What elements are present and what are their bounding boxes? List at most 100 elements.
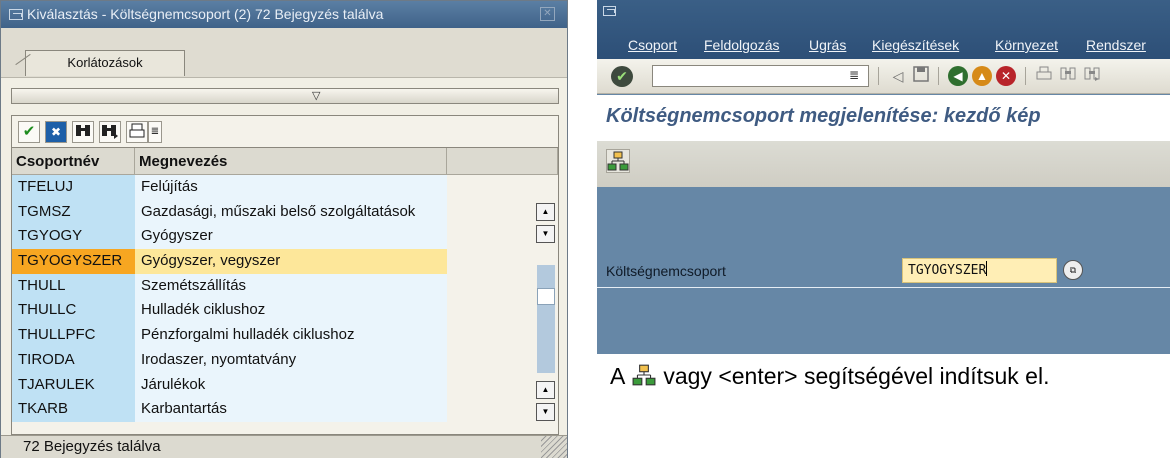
results-table: Csoportnév Megnevezés TFELUJ Felújítás TG… [11,147,559,435]
dialog-title-bar[interactable]: Kiválasztás - Költségnemcsoport (2) 72 B… [1,1,567,28]
description-cell[interactable]: Pénzforgalmi hulladék ciklushoz [135,323,447,348]
text-caret [986,261,988,276]
find-next-icon[interactable] [99,121,121,143]
scroll-up-icon[interactable]: ▲ [536,203,555,221]
table-row[interactable]: TGYOGY Gyógyszer [12,224,532,250]
table-row[interactable]: THULL Szemétszállítás [12,273,532,299]
confirm-check-icon[interactable]: ✔ [18,121,40,143]
table-row[interactable]: TJARULEK Járulékok [12,372,532,398]
close-icon[interactable]: ✕ [540,7,555,21]
menu-item-kornyezet[interactable]: Környezet [995,37,1058,53]
description-cell[interactable]: Felújítás [135,175,447,200]
vertical-scrollbar[interactable]: ▲ ▼ ▲ ▼ [536,203,556,428]
group-code-cell[interactable]: TGYOGYSZER [12,249,135,274]
system-toolbar: ✔ ≣ ◁ ◀ ▲ ✕ [597,59,1170,94]
description-cell[interactable]: Karbantartás [135,397,447,422]
table-row[interactable]: TIRODA Irodaszer, nyomtatvány [12,347,532,373]
menu-item-rendszer[interactable]: Rendszer [1086,37,1146,53]
table-row-selected[interactable]: TGYOGYSZER Gyógyszer, vegyszer [12,249,532,274]
instruction-after: vagy <enter> segítségével indítsuk el. [663,363,1050,389]
toolbar-separator [878,67,879,85]
collapse-arrow-icon[interactable]: ◁ [888,66,908,86]
dialog-title: Kiválasztás - Költségnemcsoport (2) 72 B… [27,6,384,22]
cancel-icon[interactable]: ✕ [996,66,1016,86]
print-icon[interactable] [1034,66,1054,86]
group-code-cell[interactable]: TIRODA [12,347,135,373]
group-code-cell[interactable]: THULL [12,273,135,299]
group-code-cell[interactable]: TFELUJ [12,175,135,200]
table-row[interactable]: TGMSZ Gazdasági, műszaki belső szolgáltat… [12,199,532,225]
description-cell[interactable]: Járulékok [135,372,447,398]
enter-check-icon[interactable]: ✔ [611,66,633,87]
scroll-down-icon[interactable]: ▼ [536,403,555,421]
table-header: Csoportnév Megnevezés [12,148,558,175]
title-area: Költségnemcsoport megjelenítése: kezdő k… [597,95,1170,141]
find-icon[interactable] [1058,66,1078,86]
hierarchy-icon [632,359,656,386]
description-cell[interactable]: Szemétszállítás [135,273,447,299]
find-icon[interactable] [72,121,94,143]
table-row[interactable]: THULLPFC Pénzforgalmi hulladék ciklushoz [12,323,532,348]
description-cell[interactable]: Gyógyszer, vegyszer [135,249,447,274]
description-cell[interactable]: Irodaszer, nyomtatvány [135,347,447,373]
group-code-cell[interactable]: THULLPFC [12,323,135,348]
menu-item-ugras[interactable]: Ugrás [809,37,846,53]
application-toolbar [597,141,1170,187]
instruction-text: Avagy <enter> segítségével indítsuk el. [610,356,1049,396]
scroll-track[interactable] [537,265,555,373]
menu-bar: Csoport Feldolgozás Ugrás Kiegészítések … [597,0,1170,59]
print-icon[interactable] [126,121,148,143]
table-body: TFELUJ Felújítás TGMSZ Gazdasági, műszaki … [12,175,532,422]
selection-dialog: Kiválasztás - Költségnemcsoport (2) 72 B… [0,0,568,458]
status-bar: 72 Bejegyzés találva [1,435,567,458]
scroll-up-icon[interactable]: ▲ [536,381,555,399]
toolbar-separator [938,67,939,85]
toolbar-separator [1025,67,1026,85]
instruction-before: A [610,363,626,389]
tab-restrictions[interactable]: Korlátozások [25,50,185,76]
description-cell[interactable]: Gyógyszer [135,224,447,250]
group-code-cell[interactable]: TGYOGY [12,224,135,250]
field-label: Költségnemcsoport [606,263,726,279]
tabstrip: Korlátozások [1,28,567,78]
column-header-filler [447,148,558,175]
column-header-description[interactable]: Megnevezés [135,148,447,175]
system-menu-icon[interactable] [603,6,616,16]
group-code-cell[interactable]: THULLC [12,298,135,324]
group-code-cell[interactable]: TKARB [12,397,135,422]
field-value: TGYOGYSZER [908,263,987,278]
page-title: Költségnemcsoport megjelenítése: kezdő k… [606,105,1041,127]
resize-grip-icon[interactable] [541,436,567,458]
table-row[interactable]: THULLC Hulladék ciklushoz [12,298,532,324]
menu-item-kiegeszitesek[interactable]: Kiegészítések [872,37,959,53]
back-icon[interactable]: ◀ [948,66,968,86]
exit-icon[interactable]: ▲ [972,66,992,86]
save-icon[interactable] [911,66,931,86]
menu-item-csoport[interactable]: Csoport [628,37,677,53]
triangle-down-icon[interactable]: ▽ [312,89,320,103]
window-icon [9,9,23,20]
cost-element-group-input[interactable]: TGYOGYSZER [902,258,1057,283]
description-cell[interactable]: Gazdasági, műszaki belső szolgáltatások [135,199,447,225]
column-header-group-name[interactable]: Csoportnév [12,148,135,175]
group-code-cell[interactable]: TJARULEK [12,372,135,398]
table-row[interactable]: TKARB Karbantartás [12,397,532,422]
selection-field-row: Költségnemcsoport TGYOGYSZER ⧉ [597,258,1170,288]
group-code-cell[interactable]: TGMSZ [12,199,135,225]
status-text: 72 Bejegyzés találva [23,438,161,455]
print-options-icon[interactable]: ≣ [148,121,162,143]
hierarchy-icon[interactable] [606,149,630,173]
value-help-icon[interactable]: ⧉ [1063,260,1083,280]
find-next-icon[interactable] [1082,66,1102,86]
menu-item-feldolgozas[interactable]: Feldolgozás [704,37,780,53]
command-field[interactable] [652,65,869,87]
dialog-toolbar: ✔ ✖ ≣ [11,115,559,147]
table-row[interactable]: TFELUJ Felújítás [12,175,532,200]
scroll-down-icon[interactable]: ▼ [536,225,555,243]
cancel-x-icon[interactable]: ✖ [45,121,67,143]
scroll-thumb[interactable] [537,288,555,305]
sap-window: Csoport Feldolgozás Ugrás Kiegészítések … [597,0,1170,354]
restrictions-toggle-bar[interactable]: ▽ [11,88,559,104]
command-history-icon[interactable]: ≣ [849,68,859,82]
description-cell[interactable]: Hulladék ciklushoz [135,298,447,324]
